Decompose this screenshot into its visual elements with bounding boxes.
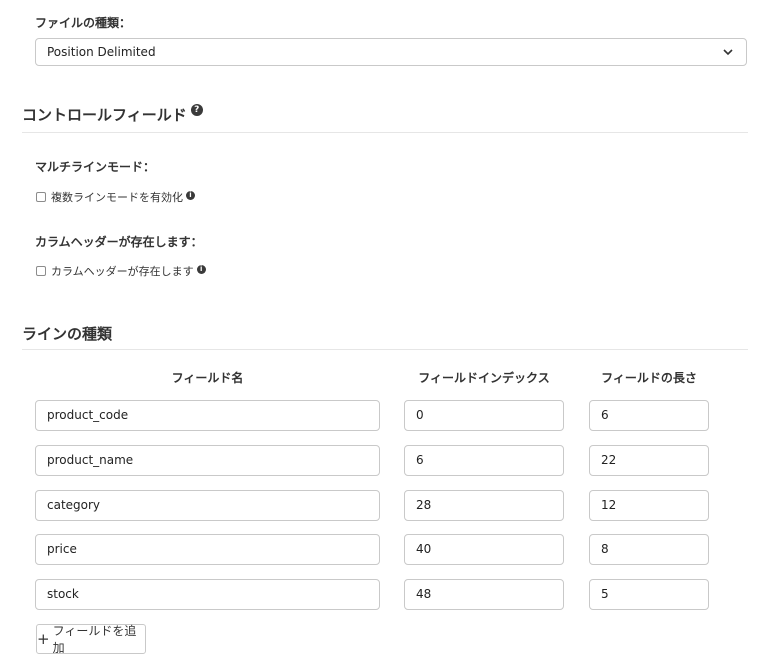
field-length-input[interactable]: 6 xyxy=(589,400,709,431)
multiline-mode-label: マルチラインモード： xyxy=(35,160,156,174)
field-index-input[interactable]: 40 xyxy=(404,534,564,565)
section-divider xyxy=(22,349,748,350)
control-fields-title: コントロールフィールド xyxy=(22,106,187,124)
column-header-checkbox-label[interactable]: カラムヘッダーが存在します xyxy=(51,263,194,279)
field-index-input[interactable]: 0 xyxy=(404,400,564,431)
field-index-input[interactable]: 48 xyxy=(404,579,564,610)
multiline-checkbox[interactable] xyxy=(36,192,46,202)
column-header-label: カラムヘッダーが存在します： xyxy=(35,235,203,249)
field-index-input[interactable]: 28 xyxy=(404,490,564,521)
column-header-checkbox-row: カラムヘッダーが存在します i xyxy=(36,263,206,279)
column-header-field-length: フィールドの長さ xyxy=(601,371,697,385)
field-length-input[interactable]: 8 xyxy=(589,534,709,565)
question-circle-icon[interactable]: ? xyxy=(190,104,203,116)
field-length-input[interactable]: 12 xyxy=(589,490,709,521)
field-name-input[interactable]: product_code xyxy=(35,400,380,431)
field-index-input[interactable]: 6 xyxy=(404,445,564,476)
file-type-select[interactable]: Position Delimited xyxy=(35,38,747,66)
file-type-label: ファイルの種類： xyxy=(35,16,132,30)
file-type-value: Position Delimited xyxy=(47,45,156,59)
section-divider xyxy=(22,132,748,133)
add-field-button-label: フィールドを追加 xyxy=(52,624,137,655)
plus-icon: + xyxy=(37,629,50,648)
field-name-input[interactable]: product_name xyxy=(35,445,380,476)
field-length-input[interactable]: 5 xyxy=(589,579,709,610)
chevron-down-icon xyxy=(723,49,733,56)
field-name-input[interactable]: category xyxy=(35,490,380,521)
field-name-input[interactable]: stock xyxy=(35,579,380,610)
line-type-title: ラインの種類 xyxy=(22,325,113,343)
control-fields-heading: コントロールフィールド? xyxy=(22,104,203,125)
column-header-field-index: フィールドインデックス xyxy=(418,371,550,385)
column-header-field-name: フィールド名 xyxy=(171,371,244,385)
column-header-checkbox[interactable] xyxy=(36,266,46,276)
multiline-checkbox-label[interactable]: 複数ラインモードを有効化 xyxy=(51,189,183,205)
multiline-checkbox-row: 複数ラインモードを有効化 i xyxy=(36,189,195,205)
info-circle-icon[interactable]: i xyxy=(196,264,206,274)
field-name-input[interactable]: price xyxy=(35,534,380,565)
info-circle-icon[interactable]: i xyxy=(186,190,195,200)
add-field-button[interactable]: + フィールドを追加 xyxy=(36,624,146,655)
field-length-input[interactable]: 22 xyxy=(589,445,709,476)
